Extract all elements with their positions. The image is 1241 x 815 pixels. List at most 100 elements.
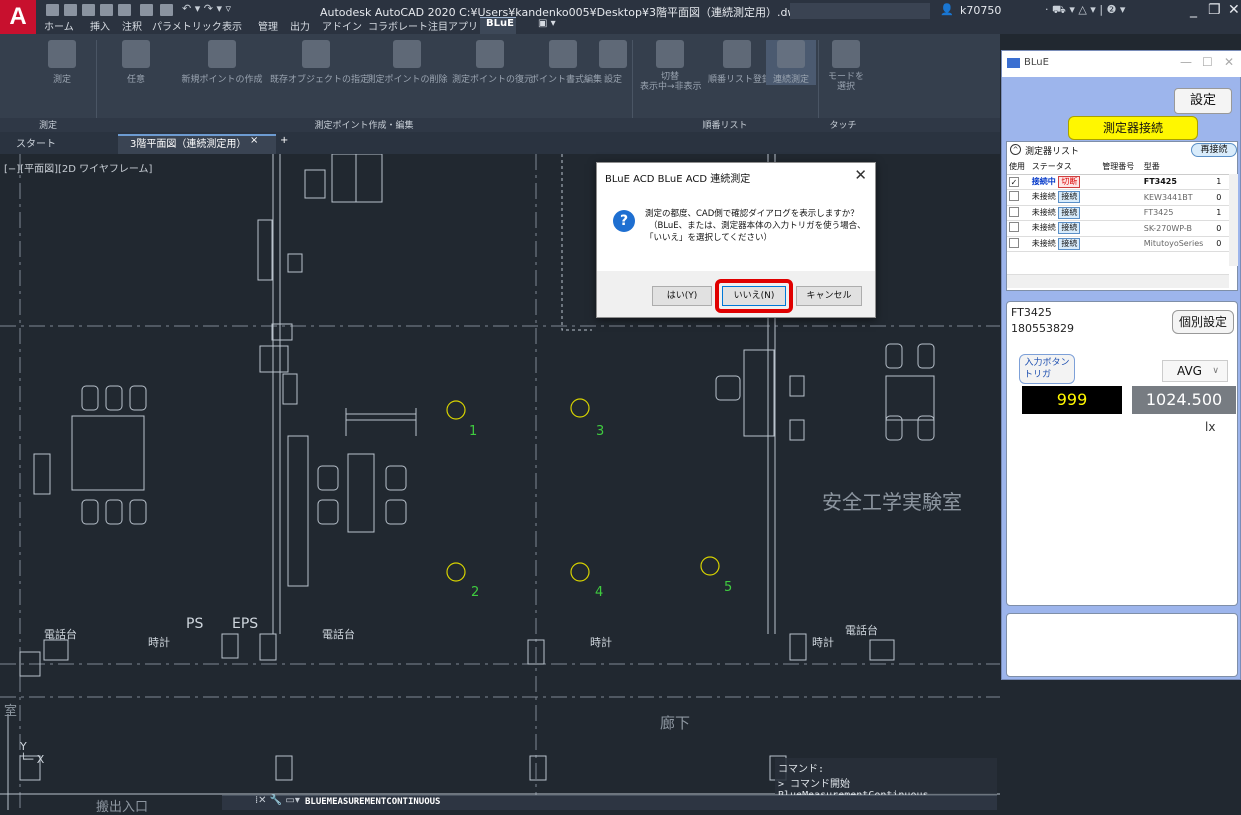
use-checkbox[interactable]: ✓ (1009, 176, 1019, 187)
use-checkbox[interactable] (1009, 206, 1019, 217)
tab-blue[interactable]: BLuE (486, 18, 514, 29)
new-file-icon[interactable] (46, 4, 59, 16)
save-as-icon[interactable] (100, 4, 113, 16)
use-checkbox[interactable] (1009, 222, 1019, 233)
highlight-annotation (715, 279, 793, 313)
ribbon-settings-button[interactable]: 設定 (598, 40, 628, 85)
save-icon[interactable] (82, 4, 95, 16)
device-list-title: 測定器リスト (1025, 147, 1080, 157)
mode-select[interactable]: AVG ∨ (1162, 360, 1228, 382)
mode-select-button[interactable]: モードを選択 (826, 40, 866, 92)
room-name-label: 安全工学実験室 (822, 490, 962, 514)
restore-icon[interactable]: ❐ (1208, 2, 1221, 18)
open-file-icon[interactable] (64, 4, 77, 16)
connect-row-button[interactable]: 接続 (1058, 206, 1081, 219)
tab-start[interactable]: スタート (16, 135, 56, 150)
order-list-register-button[interactable]: 順番リスト登録 (708, 40, 771, 85)
reconnect-button[interactable]: 再接続 (1191, 143, 1237, 157)
col-status: ステータス (1029, 159, 1101, 175)
cart-icon[interactable]: · ⛟ ▾ △ ▾ | ❷ ▾ (1045, 3, 1125, 18)
autocad-logo-icon[interactable]: A (0, 0, 36, 34)
close-command-icon[interactable]: ⁞✕ 🔧 ▭▾ (255, 795, 300, 806)
viewport-label[interactable]: [−][平面図][2D ワイヤフレーム] (4, 160, 152, 175)
continuous-measure-icon (777, 40, 805, 68)
horizontal-scrollbar[interactable] (1007, 274, 1229, 288)
search-input[interactable] (790, 3, 930, 19)
tab-addins[interactable]: アドイン (322, 18, 362, 33)
add-tab-icon[interactable]: + (280, 135, 288, 146)
point-label-3: 3 (596, 424, 605, 439)
tab-manage[interactable]: 管理 (258, 18, 278, 33)
user-icon[interactable]: 👤 (940, 3, 954, 16)
blue-close-icon[interactable]: ✕ (1224, 55, 1234, 69)
connect-row-button[interactable]: 接続 (1058, 222, 1081, 235)
command-history-label: コマンド: (778, 764, 825, 775)
tab-home[interactable]: ホーム (44, 18, 74, 33)
input-trigger-button[interactable]: 入力ボタン トリガ (1019, 354, 1075, 384)
device-row[interactable]: 未接続 接続 KEW3441BT 0 (1007, 189, 1233, 206)
tab-insert[interactable]: 挿入 (90, 18, 110, 33)
blue-minimize-icon[interactable]: — (1180, 55, 1192, 69)
collapse-icon[interactable]: ^ (1010, 144, 1021, 155)
toggle-display-button[interactable]: 切替 表示中→非表示 (640, 40, 702, 92)
cancel-button[interactable]: キャンセル (796, 286, 862, 306)
dialog-title: BLuE ACD BLuE ACD 連続測定 (605, 174, 751, 185)
device-row[interactable]: 未接続 接続 FT3425 1 (1007, 205, 1233, 221)
blue-title: BLuE (1024, 57, 1049, 68)
use-checkbox[interactable] (1009, 191, 1019, 202)
device-row[interactable]: 未接続 接続 SK-270WP-B 0 (1007, 220, 1233, 237)
measure-point-4-marker (570, 562, 590, 582)
dialog-close-icon[interactable]: ✕ (854, 166, 867, 184)
ps-label: PS (186, 616, 204, 632)
web-mobile-icon[interactable] (118, 4, 131, 16)
dialog-message-line3: 「いいえ」を選択してください） (645, 233, 772, 243)
tab-collaborate[interactable]: コラボレート (368, 18, 428, 33)
tab-annotate[interactable]: 注釈 (122, 18, 142, 33)
connect-row-button[interactable]: 接続 (1058, 191, 1081, 204)
device-row[interactable]: ✓ 接続中 切断 FT3425 1 (1007, 174, 1233, 190)
continuous-measure-button[interactable]: 連続測定 (766, 40, 816, 85)
ribbon-divider (818, 40, 819, 130)
delete-point-button[interactable]: 測定ポイントの削除 (364, 40, 450, 85)
close-tab-icon[interactable]: × (250, 135, 258, 146)
user-name[interactable]: k70750 (960, 4, 1001, 17)
point-label-5: 5 (724, 580, 733, 595)
use-checkbox[interactable] (1009, 237, 1019, 248)
blue-maximize-icon[interactable]: ☐ (1202, 55, 1213, 69)
tab-parametric[interactable]: パラメトリック (152, 18, 222, 33)
tab-drawing[interactable]: 3階平面図（連続測定用） (130, 135, 246, 150)
plot-icon[interactable] (140, 4, 153, 16)
device-row[interactable]: 未接続 接続 MitutoyoSeries 0 (1007, 236, 1233, 252)
undo-icon[interactable]: ↶ ▾ ↷ ▾ ▿ (182, 2, 231, 15)
vertical-scrollbar[interactable] (1229, 174, 1238, 266)
chevron-down-icon: ∨ (1212, 366, 1219, 376)
command-input[interactable]: BLUEMEASUREMENTCONTINUOUS (305, 797, 440, 807)
point-format-button[interactable]: ポイント書式編集 (530, 40, 602, 85)
minimize-icon[interactable]: _ (1190, 2, 1197, 18)
restore-point-icon (476, 40, 504, 68)
tab-output[interactable]: 出力 (290, 18, 310, 33)
connect-row-button[interactable]: 接続 (1058, 237, 1081, 250)
close-icon[interactable]: ✕ (1228, 2, 1240, 18)
new-point-button[interactable]: 新規ポイントの作成 (176, 40, 268, 85)
measure-point-1-marker (446, 400, 466, 420)
restore-point-button[interactable]: 測定ポイントの復元 (452, 40, 533, 85)
mgmt-number (1100, 236, 1142, 252)
tab-view[interactable]: 表示 (222, 18, 242, 33)
arbitrary-button[interactable]: 任意 (118, 40, 154, 85)
phone-stand-label-1: 電話台 (44, 628, 77, 641)
disconnect-button[interactable]: 切断 (1058, 175, 1081, 188)
value-display: 1024.500 (1132, 386, 1236, 414)
print-icon[interactable] (160, 4, 173, 16)
group-point-edit-label: 測定ポイント作成・編集 (314, 121, 414, 131)
mgmt-number (1100, 174, 1142, 190)
individual-settings-button[interactable]: 個別設定 (1172, 310, 1234, 334)
clock-label-2: 時計 (590, 636, 612, 649)
settings-button[interactable]: 設定 (1174, 88, 1232, 114)
connect-device-button[interactable]: 測定器接続 (1068, 116, 1198, 140)
yes-button[interactable]: はい(Y) (652, 286, 712, 306)
measure-button[interactable]: 測定 (44, 40, 80, 85)
existing-object-button[interactable]: 既存オブジェクトの指定 (270, 40, 369, 85)
tab-extra-icon[interactable]: ▣ ▾ (538, 18, 556, 29)
tab-featured-apps[interactable]: 注目アプリ (428, 18, 478, 33)
